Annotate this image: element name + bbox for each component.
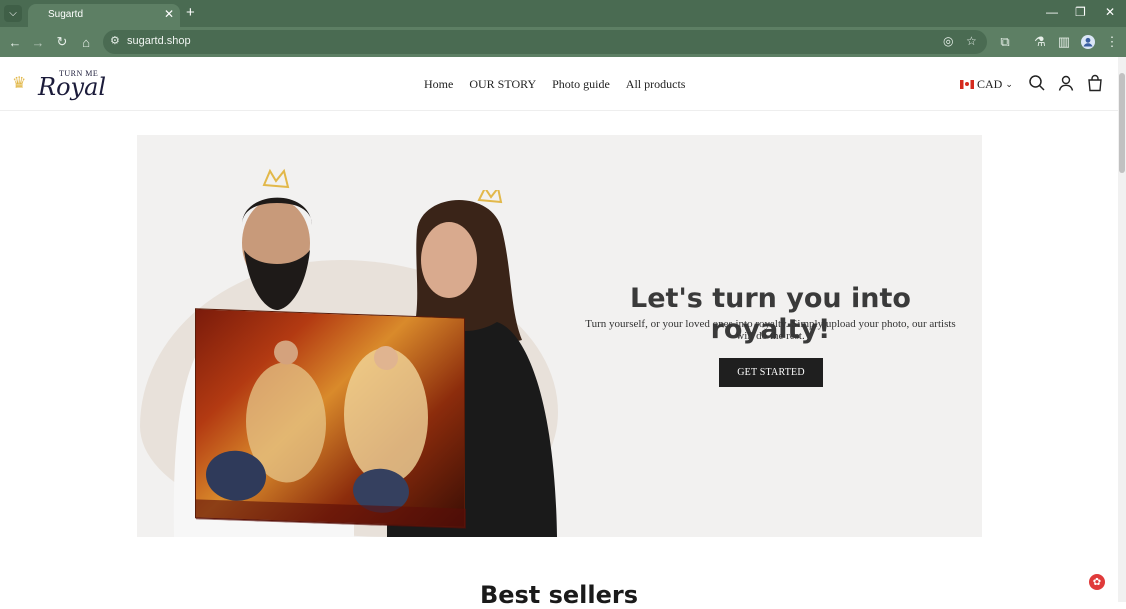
site-header: ♛ TURN ME Royal Home OUR STORY Photo gui…: [0, 57, 1118, 111]
nav-all-products[interactable]: All products: [626, 77, 686, 92]
url-text: sugartd.shop: [127, 35, 191, 47]
site-info-icon[interactable]: ⚙: [110, 34, 120, 47]
browser-tab[interactable]: Sugartd ✕: [28, 4, 180, 27]
tab-bar: ⌵ Sugartd ✕ + — ❐ ✕: [0, 0, 1126, 27]
currency-selector[interactable]: CAD ⌄: [960, 77, 1013, 92]
extensions-icon[interactable]: ⧉: [996, 33, 1014, 51]
hero-banner: Let's turn you into royalty! Turn yourse…: [137, 135, 982, 537]
home-icon[interactable]: ⌂: [77, 33, 95, 51]
back-icon[interactable]: ←: [6, 33, 24, 51]
crown-icon: ♛: [12, 75, 27, 92]
close-window-icon[interactable]: ✕: [1105, 5, 1115, 19]
tab-search-button[interactable]: ⌵: [4, 5, 22, 22]
address-bar[interactable]: ⚙ sugartd.shop ◎ ☆: [103, 30, 987, 54]
restore-icon[interactable]: ❐: [1075, 5, 1086, 19]
account-icon[interactable]: [1057, 74, 1075, 92]
get-started-button[interactable]: GET STARTED: [719, 358, 823, 387]
profile-avatar[interactable]: [1079, 33, 1097, 51]
logo-big-text: Royal: [38, 73, 107, 101]
nav-home[interactable]: Home: [424, 77, 453, 92]
scrollbar-thumb[interactable]: [1119, 73, 1125, 173]
nav-photo-guide[interactable]: Photo guide: [552, 77, 610, 92]
forward-icon[interactable]: →: [29, 33, 47, 51]
chat-widget-icon[interactable]: ✿: [1089, 574, 1105, 590]
bookmark-star-icon[interactable]: ☆: [966, 34, 977, 48]
tab-title: Sugartd: [48, 9, 84, 20]
side-panel-icon[interactable]: ▥: [1055, 33, 1073, 51]
eye-off-icon[interactable]: ◎: [943, 34, 953, 48]
menu-dots-icon[interactable]: ⋮: [1103, 33, 1121, 51]
reload-icon[interactable]: ↻: [53, 33, 71, 51]
canada-flag-icon: [960, 80, 974, 89]
main-nav: Home OUR STORY Photo guide All products: [424, 77, 685, 92]
currency-label: CAD: [977, 77, 1003, 91]
lab-icon[interactable]: ⚗: [1031, 33, 1049, 51]
royal-portrait-canvas: [195, 308, 466, 529]
chevron-down-icon: ⌄: [1005, 79, 1013, 89]
minimize-icon[interactable]: —: [1046, 5, 1058, 19]
search-icon[interactable]: [1028, 74, 1046, 92]
new-tab-button[interactable]: +: [186, 4, 195, 21]
nav-our-story[interactable]: OUR STORY: [469, 77, 536, 92]
cart-bag-icon[interactable]: [1086, 74, 1104, 92]
page-scrollbar[interactable]: [1118, 57, 1126, 602]
browser-toolbar: ← → ↻ ⌂ ⚙ sugartd.shop ◎ ☆ ⧉ ⚗ ▥ ⋮: [0, 27, 1126, 57]
logo[interactable]: ♛ TURN ME Royal: [10, 67, 135, 103]
best-sellers-heading: Best sellers: [479, 581, 639, 609]
tab-close-icon[interactable]: ✕: [164, 7, 174, 21]
hero-subtitle: Turn yourself, or your loved ones into r…: [585, 318, 956, 342]
